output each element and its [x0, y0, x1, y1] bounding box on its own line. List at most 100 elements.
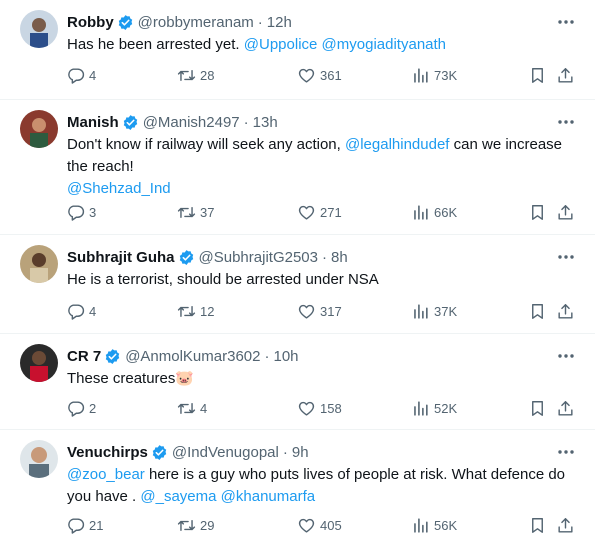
views-chart-icon: [414, 204, 428, 220]
views-button[interactable]: 66K: [411, 202, 457, 222]
separator-dot: ·: [243, 113, 249, 131]
like-button[interactable]: 361: [297, 65, 342, 85]
display-name[interactable]: Venuchirps: [67, 444, 148, 461]
bookmark-icon: [532, 204, 543, 220]
tweet-text-part: Don't know if railway will seek any acti…: [67, 136, 345, 153]
retweet-button[interactable]: 29: [177, 515, 214, 535]
timestamp[interactable]: 8h: [331, 249, 348, 266]
reply-count: 2: [89, 400, 97, 416]
retweet-button[interactable]: 4: [177, 398, 207, 418]
verified-badge-icon: [179, 249, 193, 265]
reply-count: 4: [89, 303, 97, 319]
tweet-1[interactable]: Robby @robbymeranam · 12h Has he been ar…: [0, 0, 595, 100]
timestamp[interactable]: 13h: [253, 114, 278, 131]
bookmark-button[interactable]: [528, 301, 547, 321]
tweet-text-part: Has he been arrested yet.: [67, 36, 244, 53]
views-button[interactable]: 52K: [411, 398, 457, 418]
views-chart-icon: [414, 517, 428, 533]
mention-link[interactable]: @zoo_bear: [67, 466, 145, 483]
avatar[interactable]: [20, 440, 58, 478]
bookmark-button[interactable]: [528, 398, 547, 418]
like-button[interactable]: 405: [297, 515, 342, 535]
reply-count: 21: [89, 517, 104, 533]
timestamp[interactable]: 10h: [273, 348, 298, 365]
display-name[interactable]: Manish: [67, 114, 119, 131]
avatar[interactable]: [20, 245, 58, 283]
tweet-2[interactable]: Manish @Manish2497 · 13h Don't know if r…: [0, 100, 595, 235]
share-button[interactable]: [556, 202, 575, 222]
share-button[interactable]: [556, 65, 575, 85]
more-options-icon[interactable]: [555, 346, 577, 366]
retweet-icon: [177, 402, 196, 414]
more-options-icon[interactable]: [555, 12, 577, 32]
share-icon: [558, 517, 573, 533]
reply-button[interactable]: 4: [66, 65, 96, 85]
reply-button[interactable]: 3: [66, 202, 96, 222]
user-handle[interactable]: @robbymeranam: [138, 14, 254, 31]
share-icon: [558, 400, 573, 416]
action-bar: 4 12 317 37K: [66, 301, 581, 321]
user-handle[interactable]: @Manish2497: [143, 114, 240, 131]
tweet-text-part: He is a terrorist, should be arrested un…: [67, 271, 379, 288]
views-button[interactable]: 73K: [411, 65, 457, 85]
retweet-button[interactable]: 12: [177, 301, 214, 321]
share-button[interactable]: [556, 398, 575, 418]
tweet-5[interactable]: Venuchirps @IndVenugopal · 9h @zoo_bear …: [0, 430, 595, 552]
reply-icon: [68, 204, 85, 221]
reply-button[interactable]: 2: [66, 398, 96, 418]
tweet-text: Has he been arrested yet. @Uppolice @myo…: [67, 34, 577, 55]
display-name[interactable]: Subhrajit Guha: [67, 249, 175, 266]
retweet-icon: [177, 69, 196, 81]
like-button[interactable]: 158: [297, 398, 342, 418]
separator-dot: ·: [264, 347, 270, 365]
action-bar: 2 4 158 52K: [66, 398, 581, 418]
avatar[interactable]: [20, 344, 58, 382]
tweet-4[interactable]: CR 7 @AnmolKumar3602 · 10h These creatur…: [0, 334, 595, 430]
user-handle[interactable]: @IndVenugopal: [172, 444, 279, 461]
retweet-button[interactable]: 28: [177, 65, 214, 85]
tweet-3[interactable]: Subhrajit Guha @SubhrajitG2503 · 8h He i…: [0, 235, 595, 334]
tweet-text-part: These creatures: [67, 370, 176, 387]
avatar[interactable]: [20, 10, 58, 48]
mention-link[interactable]: @Uppolice: [244, 36, 318, 53]
timestamp[interactable]: 12h: [267, 14, 292, 31]
like-button[interactable]: 317: [297, 301, 342, 321]
view-count: 52K: [434, 400, 458, 416]
timestamp[interactable]: 9h: [292, 444, 309, 461]
views-chart-icon: [414, 67, 428, 83]
retweet-icon: [177, 206, 196, 218]
retweet-count: 37: [200, 204, 215, 220]
avatar[interactable]: [20, 110, 58, 148]
tweet-text: These creatures🐷: [67, 368, 577, 389]
more-options-icon[interactable]: [555, 112, 577, 132]
bookmark-button[interactable]: [528, 515, 547, 535]
bookmark-button[interactable]: [528, 65, 547, 85]
more-options-icon[interactable]: [555, 442, 577, 462]
mention-link[interactable]: @Shehzad_Ind: [67, 180, 171, 197]
reply-button[interactable]: 21: [66, 515, 103, 535]
heart-icon: [298, 205, 315, 220]
mention-link[interactable]: @khanumarfa: [221, 488, 315, 505]
retweet-button[interactable]: 37: [177, 202, 214, 222]
mention-link[interactable]: @myogiadityanath: [322, 36, 446, 53]
mention-link[interactable]: @legalhindudef: [345, 136, 449, 153]
mention-link[interactable]: @_sayema: [140, 488, 216, 505]
display-name[interactable]: Robby: [67, 14, 114, 31]
more-options-icon[interactable]: [555, 247, 577, 267]
view-count: 37K: [434, 303, 458, 319]
share-button[interactable]: [556, 515, 575, 535]
bookmark-button[interactable]: [528, 202, 547, 222]
share-button[interactable]: [556, 301, 575, 321]
like-button[interactable]: 271: [297, 202, 342, 222]
display-name[interactable]: CR 7: [67, 348, 101, 365]
user-handle[interactable]: @SubhrajitG2503: [199, 249, 318, 266]
action-bar: 4 28 361 73K: [66, 65, 581, 85]
views-button[interactable]: 56K: [411, 515, 457, 535]
reply-button[interactable]: 4: [66, 301, 96, 321]
heart-icon: [298, 68, 315, 83]
bookmark-icon: [532, 517, 543, 533]
views-button[interactable]: 37K: [411, 301, 457, 321]
tweet-text: He is a terrorist, should be arrested un…: [67, 269, 577, 290]
retweet-icon: [177, 305, 196, 317]
user-handle[interactable]: @AnmolKumar3602: [125, 348, 260, 365]
